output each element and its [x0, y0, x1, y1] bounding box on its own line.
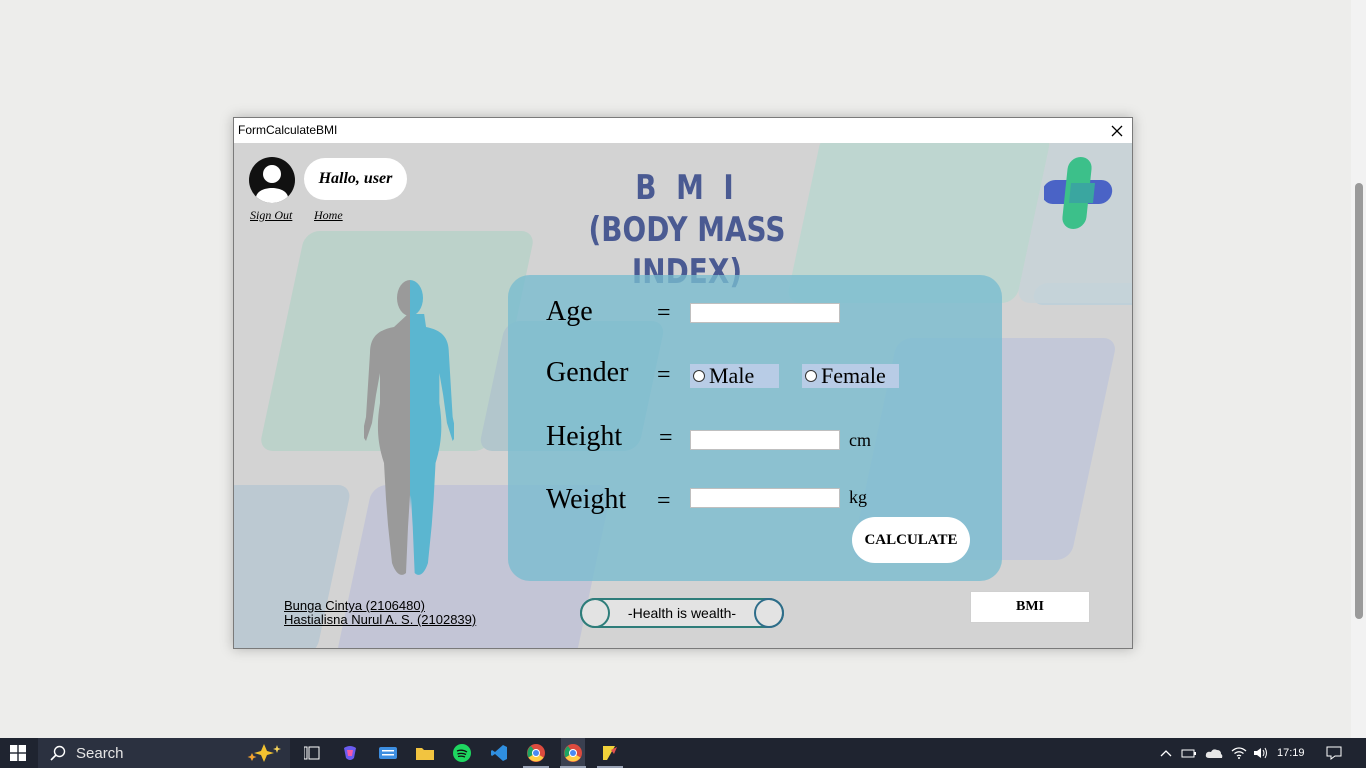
form-client-area: Hallo, user Sign Out Home B M I (BODY MA…	[234, 143, 1132, 648]
medical-cross-logo-icon	[1042, 155, 1118, 231]
gender-equals: =	[657, 362, 671, 388]
age-input[interactable]	[690, 303, 840, 323]
female-label: Female	[821, 363, 886, 388]
gender-male-radio[interactable]: Male	[690, 363, 779, 388]
taskbar: Search 17:19	[0, 738, 1366, 768]
volume-icon[interactable]	[1252, 738, 1270, 768]
taskbar-search-box[interactable]: Search	[38, 738, 290, 768]
height-input[interactable]	[690, 430, 840, 450]
windows-start-icon[interactable]	[0, 738, 36, 768]
vscode-icon[interactable]	[487, 738, 511, 768]
user-avatar-icon	[249, 157, 295, 203]
calculate-button[interactable]: CALCULATE	[852, 517, 970, 563]
keyboard-app-icon[interactable]	[376, 738, 400, 768]
battery-icon[interactable]	[1180, 738, 1198, 768]
chevron-up-icon[interactable]	[1158, 738, 1174, 768]
age-label: Age	[546, 296, 593, 327]
bmi-button[interactable]: BMI	[970, 591, 1090, 623]
human-body-silhouette-icon	[364, 277, 456, 579]
weight-equals: =	[657, 488, 671, 514]
paint-app-icon[interactable]	[597, 738, 623, 768]
file-explorer-icon[interactable]	[413, 738, 437, 768]
height-equals: =	[659, 425, 673, 451]
chrome-active-icon[interactable]	[560, 738, 586, 768]
height-label: Height	[546, 421, 623, 452]
task-view-icon[interactable]	[300, 738, 324, 768]
search-icon	[50, 745, 66, 761]
author-2: Hastialisna Nurul A. S. (2102839)	[284, 612, 477, 627]
scrollbar-thumb[interactable]	[1355, 183, 1363, 619]
age-equals: =	[657, 300, 671, 326]
motto-cap-left	[580, 598, 610, 628]
radio-circle-icon	[693, 370, 705, 382]
window-title: FormCalculateBMI	[238, 123, 338, 137]
desktop-scrollbar[interactable]	[1351, 0, 1366, 738]
gender-label: Gender	[546, 357, 629, 388]
weight-unit: kg	[849, 487, 867, 507]
author-1: Bunga Cintya (2106480)	[284, 598, 425, 613]
motto-text: -Health is wealth-	[627, 605, 737, 621]
gender-female-radio[interactable]: Female	[802, 363, 899, 388]
weight-input[interactable]	[690, 488, 840, 508]
title-line-1: B M I	[635, 168, 739, 208]
title-bar: FormCalculateBMI	[234, 118, 1132, 143]
bmi-window: FormCalculateBMI Hallo, user Sign Out Ho…	[233, 117, 1133, 649]
spotify-icon[interactable]	[450, 738, 474, 768]
authors-credit: Bunga Cintya (2106480) Hastialisna Nurul…	[284, 599, 476, 627]
notification-icon[interactable]	[1322, 738, 1346, 768]
search-label: Search	[76, 744, 124, 762]
clock-time[interactable]: 17:19	[1277, 738, 1305, 768]
greeting-badge: Hallo, user	[304, 158, 407, 200]
sign-out-link[interactable]: Sign Out	[250, 208, 292, 223]
weight-label: Weight	[546, 484, 627, 515]
male-label: Male	[709, 363, 755, 388]
copilot-icon[interactable]	[338, 738, 362, 768]
close-icon[interactable]	[1102, 118, 1132, 143]
radio-circle-icon	[805, 370, 817, 382]
motto-badge: -Health is wealth-	[580, 598, 784, 628]
motto-cap-right	[754, 598, 784, 628]
wifi-icon[interactable]	[1230, 738, 1248, 768]
chrome-icon[interactable]	[523, 738, 549, 768]
sparkle-icon	[247, 744, 281, 762]
height-unit: cm	[849, 430, 871, 450]
onedrive-icon[interactable]	[1204, 738, 1224, 768]
home-link[interactable]: Home	[314, 208, 343, 223]
